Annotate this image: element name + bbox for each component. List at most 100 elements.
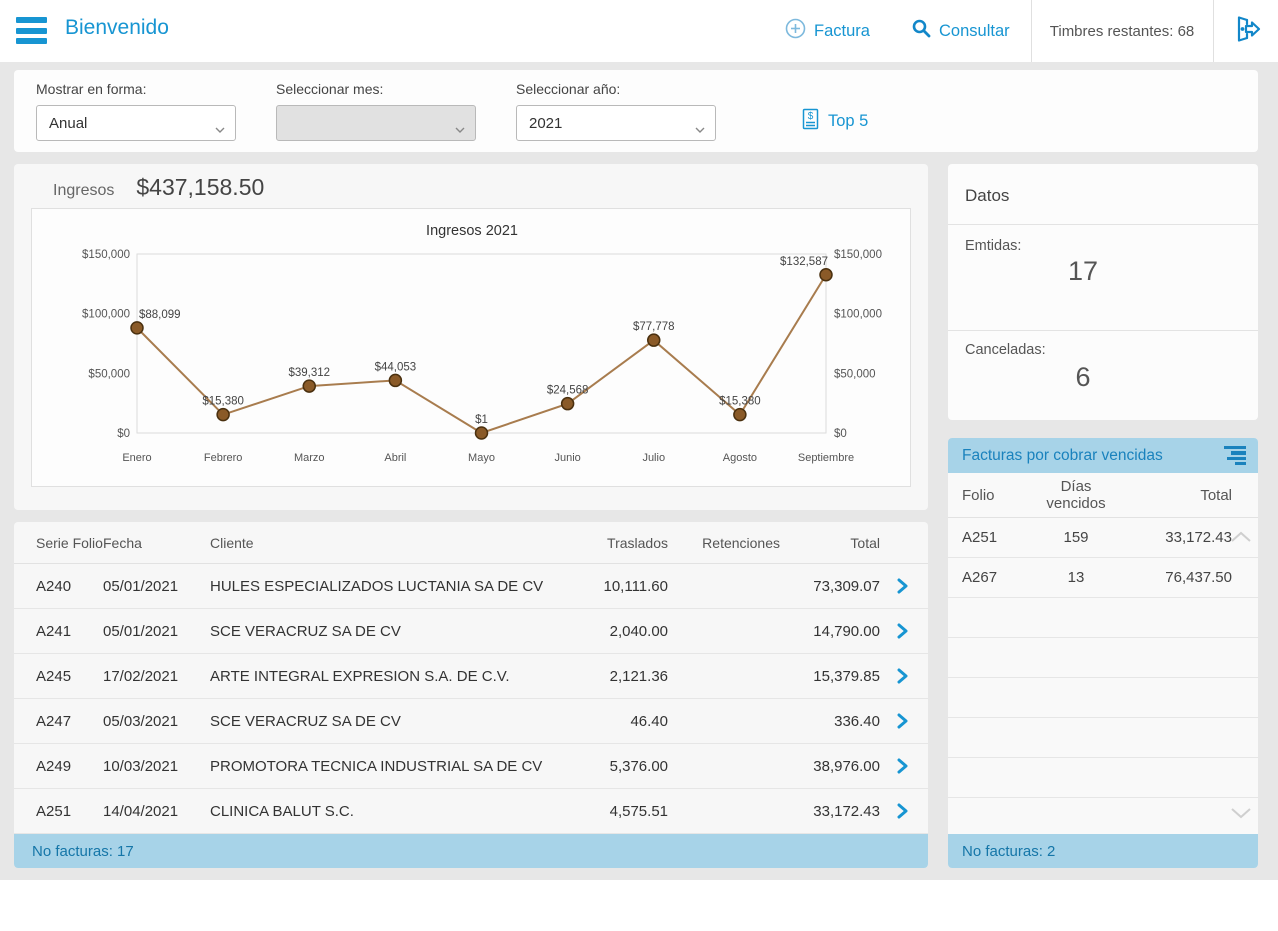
vencidas-table-body: A25115933,172.43A2671376,437.50 — [948, 518, 1258, 798]
cell-total: 33,172.43 — [1120, 529, 1232, 546]
row-chevron-right-icon[interactable] — [880, 578, 924, 594]
vencidas-row[interactable]: A25115933,172.43 — [948, 518, 1258, 558]
empty-row — [948, 598, 1258, 638]
mostrar-en-forma-select[interactable]: Anual — [36, 105, 236, 141]
table-row[interactable]: A25114/04/2021CLINICA BALUT S.C.4,575.51… — [14, 789, 928, 834]
svg-text:$88,099: $88,099 — [139, 309, 181, 321]
table-row[interactable]: A24517/02/2021ARTE INTEGRAL EXPRESION S.… — [14, 654, 928, 699]
col-total: Total — [1120, 487, 1232, 504]
seleccionar-anio-label: Seleccionar año: — [516, 81, 716, 97]
cell-total: 73,309.07 — [780, 578, 880, 595]
cell-cliente: CLINICA BALUT S.C. — [210, 803, 558, 820]
ingresos-line-chart: Ingresos 2021$0$0$50,000$50,000$100,000$… — [31, 208, 911, 487]
consultar-button[interactable]: Consultar — [912, 0, 1010, 62]
row-chevron-right-icon[interactable] — [880, 623, 924, 639]
emitidas-value: 17 — [948, 256, 1218, 287]
cell-serie: A249 — [36, 758, 103, 775]
consultar-label: Consultar — [939, 22, 1010, 41]
seleccionar-mes-select[interactable] — [276, 105, 476, 141]
row-chevron-right-icon[interactable] — [880, 713, 924, 729]
scroll-up-icon[interactable] — [1230, 530, 1252, 548]
hamburger-menu-icon[interactable] — [16, 17, 47, 44]
mostrar-en-forma-label: Mostrar en forma: — [36, 81, 236, 97]
page-title: Bienvenido — [65, 16, 169, 40]
cell-fecha: 17/02/2021 — [103, 668, 210, 685]
canceladas-value: 6 — [948, 362, 1218, 393]
empty-row — [948, 758, 1258, 798]
vencidas-title-bar: Facturas por cobrar vencidas — [948, 438, 1258, 473]
vencidas-count-bar: No facturas: 2 — [948, 834, 1258, 868]
svg-text:Agosto: Agosto — [723, 452, 757, 464]
cell-cliente: HULES ESPECIALIZADOS LUCTANIA SA DE CV — [210, 578, 558, 595]
factura-button[interactable]: Factura — [785, 0, 870, 62]
col-dias-vencidos: Días vencidos — [1032, 478, 1120, 512]
col-serie-folio: Serie Folio — [36, 535, 103, 551]
invoice-table-card: Serie Folio Fecha Cliente Traslados Rete… — [14, 522, 928, 868]
row-chevron-right-icon[interactable] — [880, 758, 924, 774]
chevron-down-icon — [695, 120, 705, 137]
svg-text:$15,380: $15,380 — [719, 396, 761, 408]
row-chevron-right-icon[interactable] — [880, 803, 924, 819]
svg-text:$77,778: $77,778 — [633, 321, 675, 333]
svg-text:$50,000: $50,000 — [88, 368, 130, 380]
col-fecha: Fecha — [103, 535, 210, 551]
logout-door-icon — [1230, 13, 1262, 50]
seleccionar-anio-select[interactable]: 2021 — [516, 105, 716, 141]
svg-text:Enero: Enero — [122, 452, 151, 464]
top-bar: Bienvenido Factura Consultar Timbres res… — [0, 0, 1278, 62]
cell-traslados: 4,575.51 — [558, 803, 668, 820]
cell-total: 33,172.43 — [780, 803, 880, 820]
cell-dias: 13 — [1032, 569, 1120, 586]
cell-cliente: ARTE INTEGRAL EXPRESION S.A. DE C.V. — [210, 668, 558, 685]
col-retenciones: Retenciones — [668, 535, 780, 551]
divider — [948, 330, 1258, 331]
invoice-count-bar: No facturas: 17 — [14, 834, 928, 868]
cell-fecha: 10/03/2021 — [103, 758, 210, 775]
svg-text:$39,312: $39,312 — [288, 367, 330, 379]
cell-total: 76,437.50 — [1120, 569, 1232, 586]
top5-label: Top 5 — [828, 112, 868, 131]
vencidas-table-header: Folio Días vencidos Total — [948, 473, 1258, 518]
divider — [948, 224, 1258, 225]
cell-cliente: SCE VERACRUZ SA DE CV — [210, 623, 558, 640]
col-traslados: Traslados — [558, 535, 668, 551]
cell-traslados: 2,121.36 — [558, 668, 668, 685]
table-row[interactable]: A24910/03/2021PROMOTORA TECNICA INDUSTRI… — [14, 744, 928, 789]
table-row[interactable]: A24705/03/2021SCE VERACRUZ SA DE CV46.40… — [14, 699, 928, 744]
svg-text:$44,053: $44,053 — [375, 361, 417, 373]
table-row[interactable]: A24005/01/2021HULES ESPECIALIZADOS LUCTA… — [14, 564, 928, 609]
cell-total: 15,379.85 — [780, 668, 880, 685]
list-menu-icon[interactable] — [1224, 446, 1246, 465]
search-icon — [912, 19, 931, 43]
chevron-down-icon — [215, 120, 225, 137]
svg-text:$24,568: $24,568 — [547, 385, 589, 397]
cell-traslados: 46.40 — [558, 713, 668, 730]
col-folio: Folio — [962, 487, 1032, 504]
svg-text:Abril: Abril — [384, 452, 406, 464]
cell-cliente: SCE VERACRUZ SA DE CV — [210, 713, 558, 730]
svg-text:Marzo: Marzo — [294, 452, 325, 464]
empty-row — [948, 638, 1258, 678]
vencidas-row[interactable]: A2671376,437.50 — [948, 558, 1258, 598]
table-row[interactable]: A24105/01/2021SCE VERACRUZ SA DE CV2,040… — [14, 609, 928, 654]
cell-serie: A240 — [36, 578, 103, 595]
cell-dias: 159 — [1032, 529, 1120, 546]
svg-text:$132,587: $132,587 — [780, 256, 828, 268]
svg-text:Mayo: Mayo — [468, 452, 495, 464]
canceladas-label: Canceladas: — [965, 342, 1046, 358]
scroll-down-icon[interactable] — [1230, 806, 1252, 824]
col-total: Total — [780, 535, 880, 551]
cell-traslados: 10,111.60 — [558, 578, 668, 595]
empty-row — [948, 718, 1258, 758]
cell-traslados: 5,376.00 — [558, 758, 668, 775]
cell-folio: A267 — [962, 569, 1032, 586]
svg-text:Julio: Julio — [642, 452, 665, 464]
svg-text:Ingresos 2021: Ingresos 2021 — [426, 223, 518, 239]
ingresos-label: Ingresos — [53, 182, 114, 200]
row-chevron-right-icon[interactable] — [880, 668, 924, 684]
svg-text:$0: $0 — [117, 428, 130, 440]
logout-button[interactable] — [1213, 0, 1278, 62]
timbres-restantes: Timbres restantes: 68 — [1031, 0, 1213, 62]
top5-link[interactable]: $ Top 5 — [802, 108, 868, 135]
svg-text:$0: $0 — [834, 428, 847, 440]
